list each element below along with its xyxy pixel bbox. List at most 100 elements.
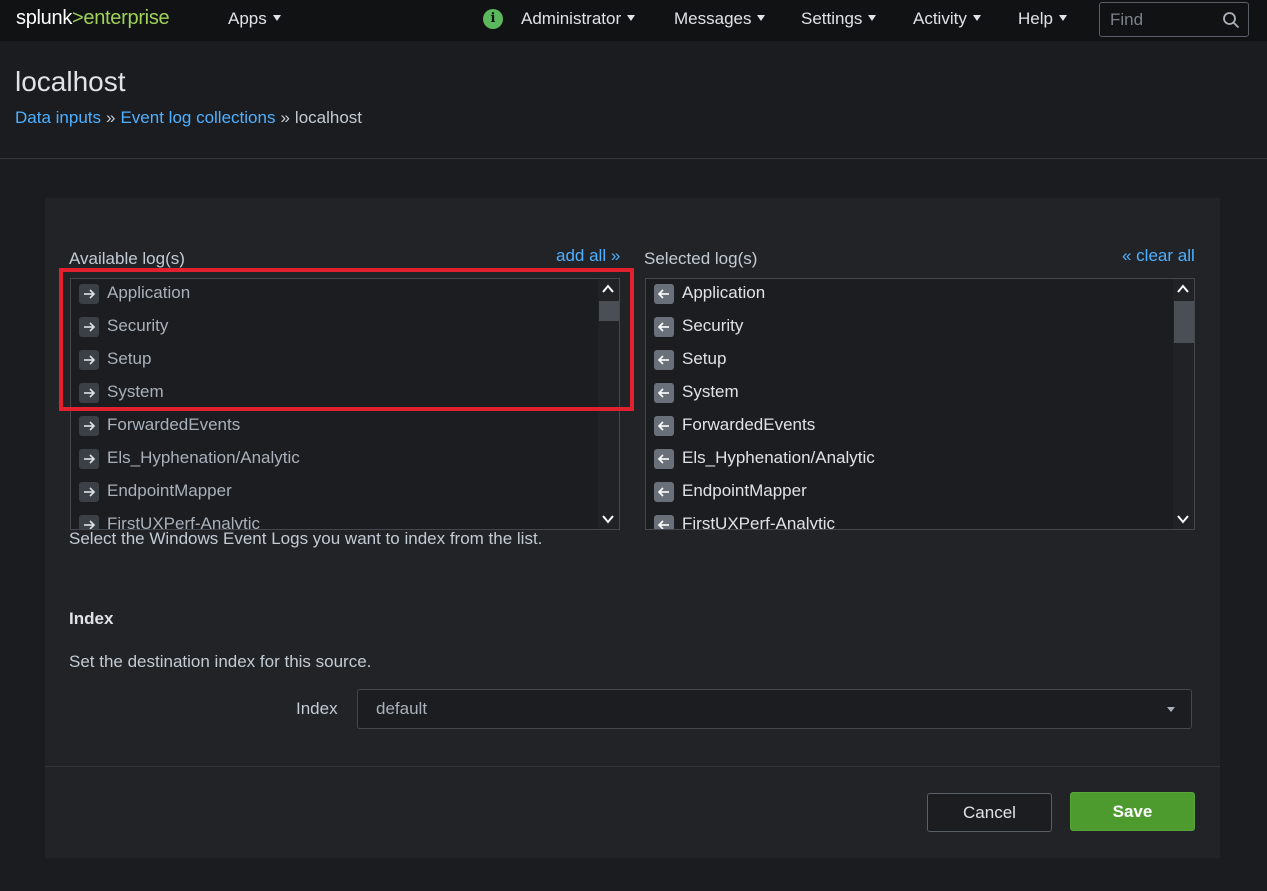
chevron-down-icon[interactable] (1176, 512, 1190, 526)
breadcrumb-data-inputs[interactable]: Data inputs (15, 108, 101, 127)
list-item-label: FirstUXPerf-Analytic (107, 514, 261, 530)
index-field-label: Index (296, 699, 338, 718)
arrow-left-icon[interactable] (654, 449, 674, 469)
administrator-menu-label: Administrator (521, 9, 622, 28)
top-navigation-bar: splunk>enterprise Apps i Administrator M… (0, 0, 1267, 41)
logo-brand: splunk (16, 7, 73, 29)
chevron-up-icon[interactable] (1176, 282, 1190, 296)
arrow-right-icon[interactable] (79, 416, 99, 436)
breadcrumb: Data inputs» Event log collections» localh… (15, 108, 362, 128)
settings-menu-label: Settings (801, 9, 863, 28)
breadcrumb-separator: » (106, 108, 116, 127)
list-item-label: ForwardedEvents (682, 415, 816, 434)
scrollbar[interactable] (598, 279, 619, 529)
list-item[interactable]: System (79, 382, 589, 405)
list-item[interactable]: EndpointMapper (79, 481, 589, 504)
arrow-right-icon[interactable] (79, 350, 99, 370)
index-select[interactable]: default (357, 689, 1192, 729)
list-item-label: Security (682, 316, 744, 335)
available-logs-list[interactable]: Application Security Setup System Forwar… (70, 278, 620, 530)
scrollbar-thumb[interactable] (1174, 301, 1194, 343)
index-section-heading: Index (69, 609, 114, 628)
breadcrumb-separator: » (280, 108, 290, 127)
settings-menu[interactable]: Settings (801, 9, 877, 29)
chevron-up-icon[interactable] (601, 282, 615, 296)
messages-menu-label: Messages (674, 9, 752, 28)
list-item[interactable]: ForwardedEvents (654, 415, 1164, 438)
list-item[interactable]: Els_Hyphenation/Analytic (654, 448, 1164, 471)
arrow-left-icon[interactable] (654, 317, 674, 337)
list-item-label: Els_Hyphenation/Analytic (107, 448, 300, 467)
list-item-label: FirstUXPerf-Analytic (682, 514, 836, 530)
arrow-right-icon[interactable] (79, 383, 99, 403)
arrow-left-icon[interactable] (654, 284, 674, 304)
chevron-down-icon (972, 14, 981, 21)
arrow-right-icon[interactable] (79, 449, 99, 469)
list-item-label: Setup (682, 349, 727, 368)
info-icon[interactable]: i (483, 9, 503, 29)
clear-all-link[interactable]: « clear all (1122, 246, 1195, 266)
activity-menu[interactable]: Activity (913, 9, 981, 29)
list-item-label: System (107, 382, 164, 401)
list-item[interactable]: Setup (654, 349, 1164, 372)
index-description: Set the destination index for this sourc… (69, 652, 372, 671)
list-item[interactable]: EndpointMapper (654, 481, 1164, 504)
activity-menu-label: Activity (913, 9, 967, 28)
apps-menu-label: Apps (228, 9, 267, 28)
chevron-down-icon (1058, 14, 1067, 21)
selected-logs-list[interactable]: Application Security Setup System Forwar… (645, 278, 1195, 530)
arrow-left-icon[interactable] (654, 383, 674, 403)
caret-down-icon (1167, 707, 1175, 712)
list-item[interactable]: FirstUXPerf-Analytic (79, 514, 589, 530)
arrow-right-icon[interactable] (79, 317, 99, 337)
search-input[interactable] (1110, 9, 1220, 31)
form-footer-divider (45, 766, 1220, 767)
arrow-right-icon[interactable] (79, 482, 99, 502)
list-item[interactable]: Security (79, 316, 589, 339)
index-select-value: default (376, 699, 428, 718)
list-item-label: Setup (107, 349, 152, 368)
search-box (1099, 2, 1249, 37)
list-item[interactable]: ForwardedEvents (79, 415, 589, 438)
splunk-enterprise-logo[interactable]: splunk>enterprise (16, 7, 170, 30)
list-item[interactable]: Security (654, 316, 1164, 339)
cancel-button[interactable]: Cancel (927, 793, 1052, 832)
chevron-down-icon (272, 14, 281, 21)
save-button[interactable]: Save (1070, 792, 1195, 831)
help-menu[interactable]: Help (1018, 9, 1067, 29)
search-icon[interactable] (1222, 11, 1240, 29)
breadcrumb-event-log-collections[interactable]: Event log collections (120, 108, 275, 127)
list-item-label: ForwardedEvents (107, 415, 241, 434)
arrow-left-icon[interactable] (654, 416, 674, 436)
scrollbar-thumb[interactable] (599, 301, 619, 321)
arrow-left-icon[interactable] (654, 515, 674, 529)
list-item[interactable]: Els_Hyphenation/Analytic (79, 448, 589, 471)
list-item[interactable]: System (654, 382, 1164, 405)
chevron-down-icon (757, 14, 766, 21)
breadcrumb-current: localhost (294, 108, 363, 127)
list-item-label: Els_Hyphenation/Analytic (682, 448, 875, 467)
list-item[interactable]: FirstUXPerf-Analytic (654, 514, 1164, 530)
selected-logs-label: Selected log(s) (644, 249, 758, 268)
chevron-down-icon (868, 14, 877, 21)
list-item-label: Application (682, 283, 766, 302)
apps-menu[interactable]: Apps (228, 9, 281, 29)
arrow-right-icon[interactable] (79, 284, 99, 304)
arrow-left-icon[interactable] (654, 350, 674, 370)
list-item[interactable]: Application (79, 283, 589, 306)
scrollbar[interactable] (1173, 279, 1194, 529)
list-item-label: Security (107, 316, 169, 335)
header-divider (0, 158, 1267, 159)
list-item-label: System (682, 382, 739, 401)
list-item[interactable]: Setup (79, 349, 589, 372)
messages-menu[interactable]: Messages (674, 9, 766, 29)
list-item[interactable]: Application (654, 283, 1164, 306)
list-item-label: EndpointMapper (107, 481, 232, 500)
chevron-down-icon[interactable] (601, 512, 615, 526)
available-logs-label: Available log(s) (69, 249, 185, 268)
add-all-link[interactable]: add all » (556, 246, 620, 266)
administrator-menu[interactable]: Administrator (521, 9, 636, 29)
arrow-left-icon[interactable] (654, 482, 674, 502)
list-item-label: Application (107, 283, 191, 302)
arrow-right-icon[interactable] (79, 515, 99, 529)
